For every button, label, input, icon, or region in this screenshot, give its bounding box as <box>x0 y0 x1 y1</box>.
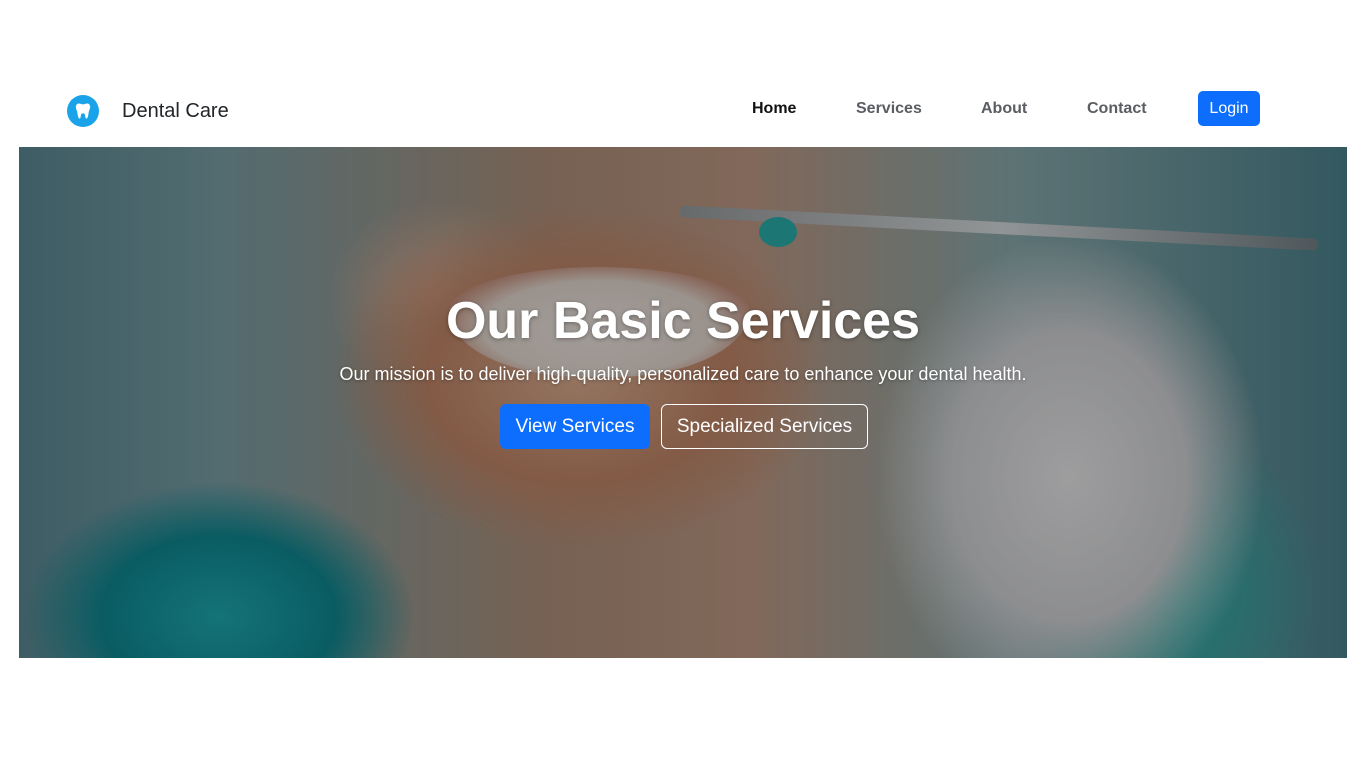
login-button[interactable]: Login <box>1198 91 1260 126</box>
hero-content: Our Basic Services Our mission is to del… <box>19 147 1347 658</box>
specialized-services-button[interactable]: Specialized Services <box>661 404 868 449</box>
nav-link-home[interactable]: Home <box>752 100 796 118</box>
main-nav: Home Services About Contact <box>0 100 1366 122</box>
hero-section: Our Basic Services Our mission is to del… <box>19 147 1347 658</box>
hero-title: Our Basic Services <box>445 292 921 350</box>
navbar: Dental Care Home Services About Contact … <box>0 0 1366 147</box>
nav-link-about[interactable]: About <box>981 100 1027 118</box>
nav-link-contact[interactable]: Contact <box>1087 100 1147 118</box>
nav-link-services[interactable]: Services <box>856 100 922 118</box>
view-services-button[interactable]: View Services <box>500 404 650 449</box>
hero-subtitle: Our mission is to deliver high-quality, … <box>339 364 1027 384</box>
